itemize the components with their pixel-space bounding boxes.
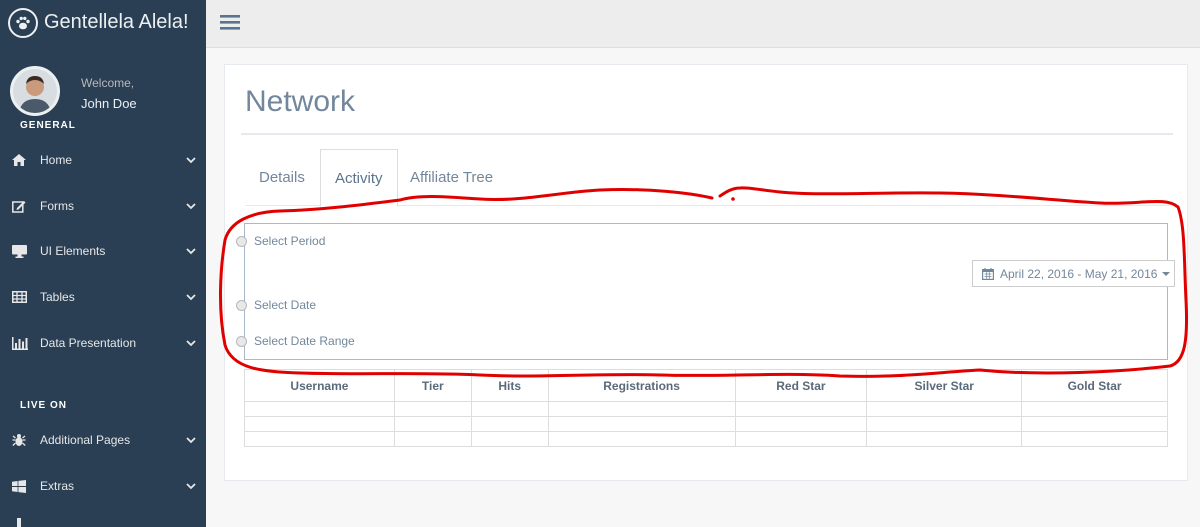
bar-chart-icon [12, 336, 40, 350]
table-cell [393, 431, 472, 447]
column-header-username[interactable]: Username [244, 369, 395, 402]
column-header-red-star[interactable]: Red Star [734, 369, 868, 402]
windows-icon [12, 479, 40, 493]
date-range-picker[interactable]: April 22, 2016 - May 21, 2016 [972, 260, 1175, 287]
table-cell [470, 431, 549, 447]
user-name: John Doe [81, 96, 137, 111]
calendar-icon [982, 267, 994, 280]
table-cell [1021, 431, 1168, 447]
avatar[interactable] [10, 66, 60, 116]
table-row [244, 431, 1168, 447]
tab-details[interactable]: Details [245, 149, 319, 206]
sidebar-item-tables[interactable]: Tables [0, 279, 206, 315]
tab-activity[interactable]: Activity [320, 149, 398, 207]
sidebar-item-additional-pages[interactable]: Additional Pages [0, 422, 206, 458]
radio-select-date[interactable]: Select Date [236, 298, 316, 312]
app-title: Gentellela Alela! [44, 11, 189, 33]
tab-bar: Details Activity Affiliate Tree [245, 149, 1169, 207]
cut-off-icon [17, 518, 21, 527]
table-cell [244, 416, 395, 432]
page-title: Network [245, 85, 356, 118]
sidebar-item-ui-elements[interactable]: UI Elements [0, 233, 206, 269]
table-cell [734, 431, 868, 447]
table-cell [393, 401, 472, 417]
chevron-down-icon [176, 482, 206, 490]
table-cell [393, 416, 472, 432]
sidebar-item-label: Tables [40, 290, 75, 304]
table-cell [244, 431, 395, 447]
radio-select-period[interactable]: Select Period [236, 234, 325, 248]
table-cell [866, 431, 1023, 447]
table-cell [866, 401, 1023, 417]
brand[interactable]: Gentellela Alela! [0, 0, 206, 45]
table-cell [734, 416, 868, 432]
bug-icon [12, 433, 40, 447]
table-cell [547, 401, 736, 417]
radio-label: Select Date [254, 298, 317, 312]
radio-label: Select Period [254, 234, 326, 248]
table-cell [244, 401, 395, 417]
menu-toggle-icon[interactable] [220, 12, 240, 32]
column-header-tier[interactable]: Tier [393, 369, 472, 402]
sidebar-item-extras[interactable]: Extras [0, 468, 206, 504]
table-cell [470, 401, 549, 417]
filter-box [244, 223, 1168, 360]
sidebar-item-data-presentation[interactable]: Data Presentation [0, 325, 206, 361]
edit-icon [12, 200, 40, 213]
column-header-silver-star[interactable]: Silver Star [866, 369, 1023, 402]
paw-icon [8, 7, 38, 38]
table-row [244, 416, 1168, 432]
table-cell [866, 416, 1023, 432]
sidebar-item-label: Extras [40, 479, 75, 493]
chevron-down-icon [176, 202, 206, 210]
sidebar-item-label: Home [40, 153, 73, 167]
chevron-down-icon [176, 247, 206, 255]
table-header-row: Username Tier Hits Registrations Red Sta… [244, 369, 1168, 402]
column-header-hits[interactable]: Hits [470, 369, 549, 402]
section-general-title: GENERAL [20, 120, 76, 131]
sidebar-item-forms[interactable]: Forms [0, 188, 206, 224]
activity-table: Username Tier Hits Registrations Red Sta… [244, 369, 1168, 447]
table-cell [547, 431, 736, 447]
radio-select-date-range[interactable]: Select Date Range [236, 334, 355, 348]
chevron-down-icon [176, 293, 206, 301]
radio-button[interactable] [236, 335, 247, 347]
table-cell [547, 416, 736, 432]
tab-affiliate-tree[interactable]: Affiliate Tree [396, 149, 507, 206]
date-range-value: April 22, 2016 - May 21, 2016 [1000, 266, 1158, 281]
sidebar-item-home[interactable]: Home [0, 142, 206, 178]
title-divider [241, 133, 1173, 135]
radio-button[interactable] [236, 299, 247, 311]
sidebar: Gentellela Alela! Welcome, John Doe GENE… [0, 0, 206, 527]
top-nav [206, 0, 1200, 48]
sidebar-item-label: Additional Pages [40, 433, 131, 447]
chevron-down-icon [176, 436, 206, 444]
chevron-down-icon [176, 339, 206, 347]
caret-down-icon [1162, 271, 1171, 276]
chevron-down-icon [176, 156, 206, 164]
table-cell [470, 416, 549, 432]
radio-label: Select Date Range [254, 334, 355, 348]
radio-button[interactable] [236, 235, 247, 247]
table-row [244, 401, 1168, 417]
sidebar-item-label: Forms [40, 199, 74, 213]
table-cell [734, 401, 868, 417]
table-cell [1021, 416, 1168, 432]
desktop-icon [12, 244, 40, 258]
welcome-text: Welcome, [81, 76, 135, 90]
sidebar-item-label: UI Elements [40, 244, 106, 258]
table-cell [1021, 401, 1168, 417]
table-icon [12, 291, 40, 303]
sidebar-item-label: Data Presentation [40, 336, 137, 350]
section-live-title: LIVE ON [20, 400, 68, 411]
home-icon [12, 154, 40, 166]
column-header-registrations[interactable]: Registrations [547, 369, 736, 402]
column-header-gold-star[interactable]: Gold Star [1021, 369, 1168, 402]
